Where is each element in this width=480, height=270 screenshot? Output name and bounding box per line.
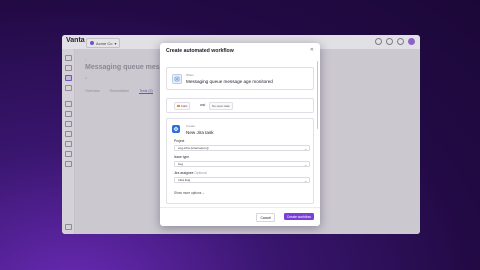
project-select[interactable]: eng-infra (internal-proj) ⌄ <box>174 145 310 151</box>
condition-row: Fails and No open task <box>166 98 314 113</box>
jira-icon <box>172 125 180 133</box>
action-title: New Jira task <box>186 130 214 135</box>
cancel-button[interactable]: Cancel <box>256 213 275 222</box>
trigger-eyebrow: When <box>186 73 194 77</box>
project-value: eng-infra (internal-proj) <box>178 146 209 150</box>
issue-type-value: bug <box>178 162 184 166</box>
task-filter-label: No open task <box>212 104 230 108</box>
assignee-select[interactable]: Infra Eng ⌄ <box>174 177 310 183</box>
action-eyebrow: Create <box>186 124 196 128</box>
task-filter-chip[interactable]: No open task <box>209 102 233 110</box>
show-more-options-link[interactable]: Show more options ⌄ <box>174 191 205 195</box>
test-icon <box>172 74 182 84</box>
chevron-down-icon: ⌄ <box>304 162 307 167</box>
status-filter-chip[interactable]: Fails <box>174 102 191 110</box>
create-workflow-modal: Create automated workflow ✕ When Messagi… <box>160 43 320 226</box>
and-label: and <box>200 103 206 107</box>
create-workflow-button[interactable]: Create workflow <box>283 213 314 220</box>
modal-body: When Messaging queue message age monitor… <box>165 59 314 207</box>
fail-status-icon <box>177 104 180 108</box>
show-more-options-label: Show more options <box>174 191 202 195</box>
trigger-card[interactable]: When Messaging queue message age monitor… <box>166 67 314 90</box>
close-icon[interactable]: ✕ <box>310 47 314 53</box>
assignee-optional-hint: Optional <box>194 171 207 175</box>
status-filter-label: Fails <box>181 104 188 108</box>
assignee-label-text: Jira assignee <box>174 171 194 175</box>
chevron-down-icon: ⌄ <box>304 178 307 183</box>
assignee-label: Jira assignee Optional <box>174 171 207 175</box>
assignee-value: Infra Eng <box>178 178 191 182</box>
project-label: Project <box>174 139 185 143</box>
chevron-down-icon: ⌄ <box>304 146 307 151</box>
modal-scrollbar[interactable] <box>316 61 318 129</box>
chevron-down-icon: ⌄ <box>202 191 205 195</box>
issue-type-select[interactable]: bug ⌄ <box>174 161 310 167</box>
trigger-title: Messaging queue message age monitored <box>186 79 273 84</box>
modal-title: Create automated workflow <box>166 48 234 54</box>
issue-type-label: Issue type <box>174 155 190 159</box>
action-card: Create New Jira task Project eng-infra (… <box>166 118 314 204</box>
modal-footer: Cancel Create workflow <box>160 207 320 226</box>
